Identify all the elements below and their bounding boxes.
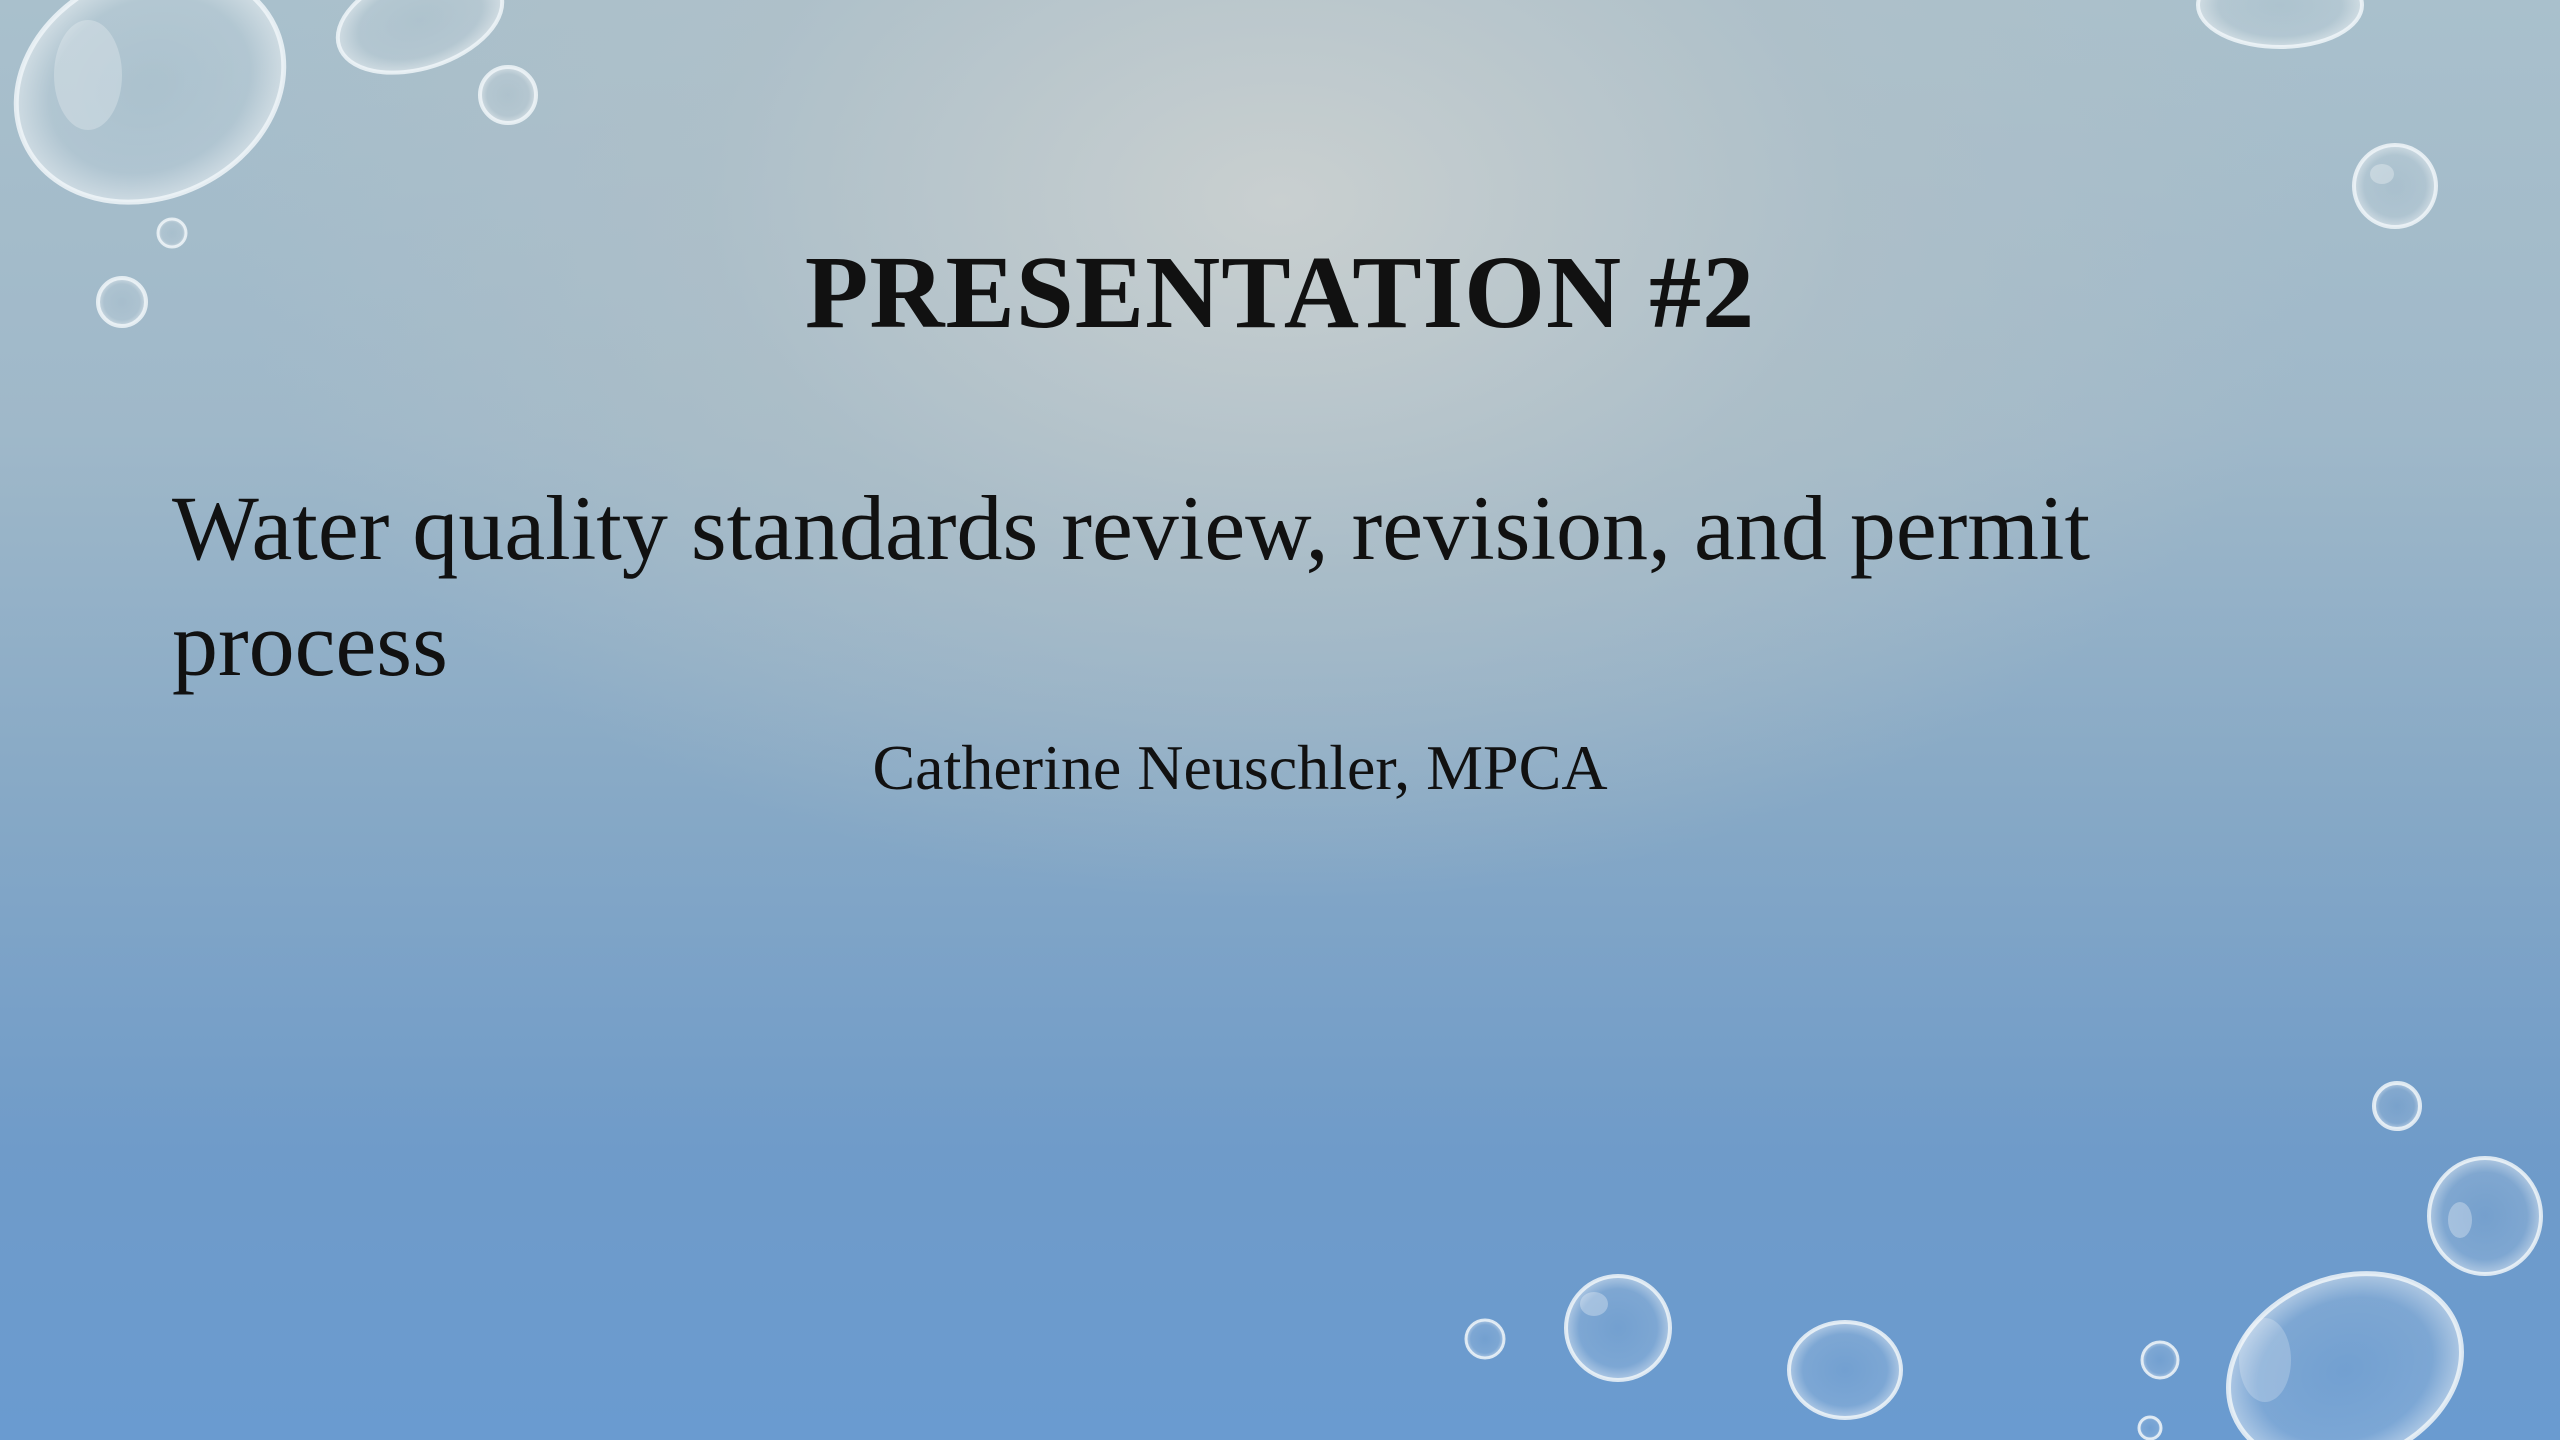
water-droplets-decoration <box>13 0 2543 1440</box>
water-droplet-icon <box>1464 1318 1506 1360</box>
slide-author: Catherine Neuschler, MPCA <box>872 732 1608 803</box>
water-droplet-icon <box>2226 1271 2464 1440</box>
water-droplet-icon <box>478 65 538 125</box>
water-droplet-icon <box>1564 1274 1672 1382</box>
water-droplet-icon <box>2196 0 2364 49</box>
water-droplet-icon <box>2140 1340 2180 1380</box>
presentation-slide: PRESENTATION #2 Water quality standards … <box>0 0 2560 1440</box>
slide-subtitle: Water quality standards review, revision… <box>172 477 2091 695</box>
water-droplet-icon <box>13 0 287 205</box>
water-droplet-icon <box>2137 1415 2163 1440</box>
water-droplet-icon <box>2352 143 2438 229</box>
water-droplet-icon <box>1787 1320 1903 1420</box>
water-droplet-icon <box>2372 1081 2422 1131</box>
slide-title: PRESENTATION #2 <box>804 235 1756 350</box>
water-droplet-icon <box>2427 1156 2543 1276</box>
